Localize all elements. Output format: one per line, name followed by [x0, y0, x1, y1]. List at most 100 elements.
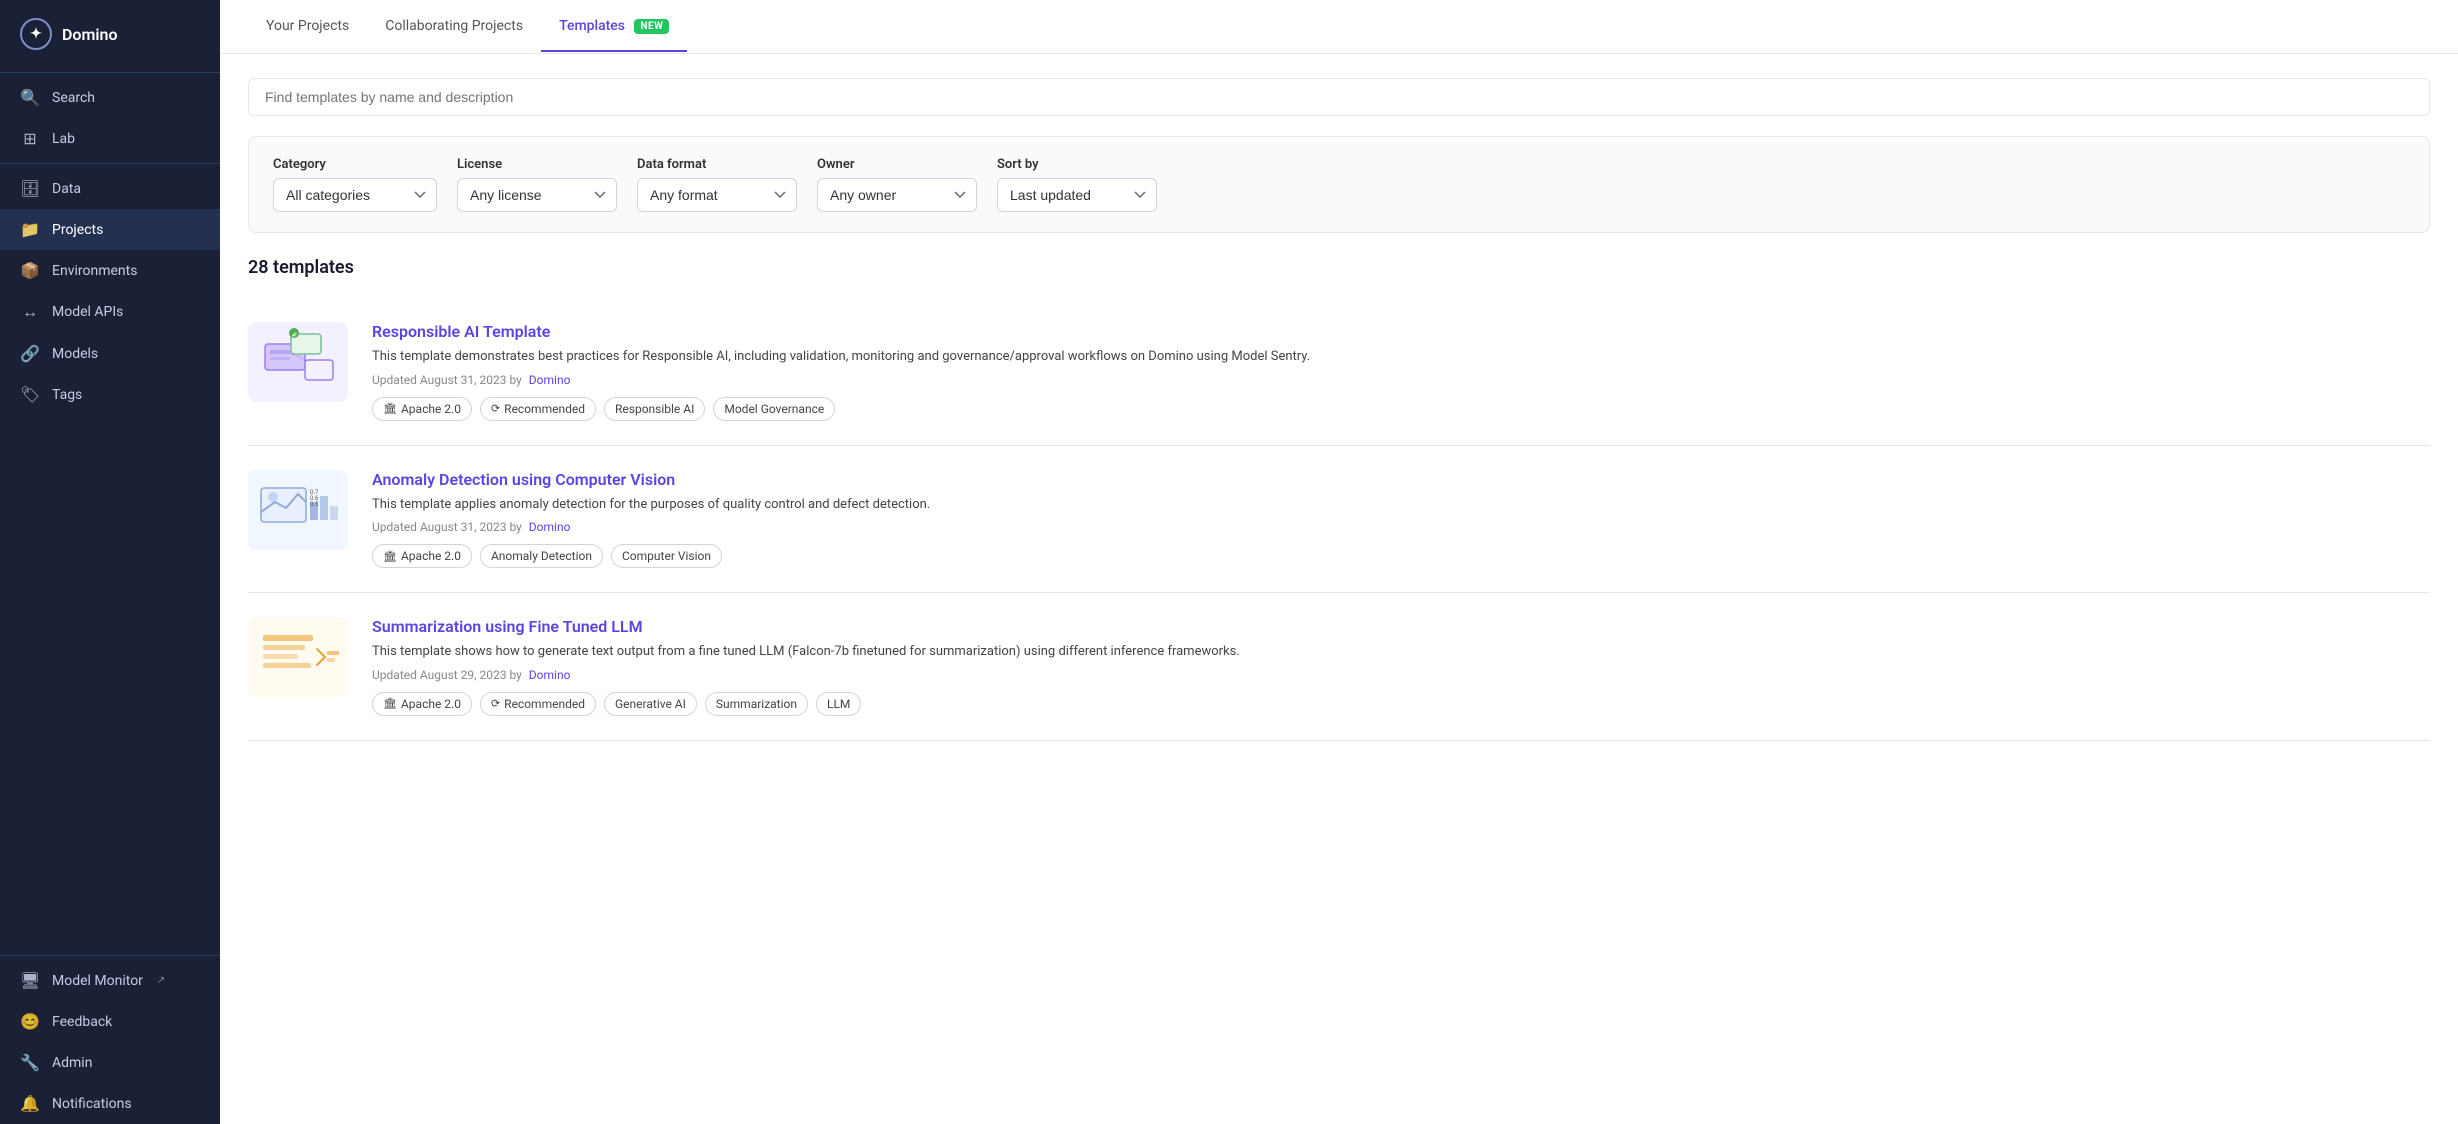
sidebar-item-models[interactable]: 🔗 Models [0, 333, 220, 374]
template-title-summarization[interactable]: Summarization using Fine Tuned LLM [372, 617, 2430, 636]
data-format-select[interactable]: Any format CSV JSON [637, 178, 797, 212]
sidebar-item-tags[interactable]: 🏷 Tags [0, 374, 220, 415]
template-thumb-responsible-ai: ✓ ✓ [248, 322, 348, 402]
data-format-filter-group: Data format Any format CSV JSON [637, 157, 797, 212]
data-icon: 🗄 [20, 179, 40, 198]
tab-collaborating-projects[interactable]: Collaborating Projects [367, 2, 541, 52]
tag-apache-anomaly: 🏛Apache 2.0 [372, 544, 472, 568]
svg-text:0.5: 0.5 [310, 501, 319, 508]
sidebar-label-models: Models [52, 346, 98, 362]
sidebar-label-tags: Tags [52, 387, 82, 403]
template-author-link-anomaly[interactable]: Domino [529, 520, 571, 534]
tag-model-governance: Model Governance [713, 397, 835, 421]
lab-icon: ⊞ [20, 129, 40, 148]
category-select[interactable]: All categories Anomaly Detection Compute… [273, 178, 437, 212]
template-tags-anomaly: 🏛Apache 2.0 Anomaly Detection Computer V… [372, 544, 2430, 568]
admin-icon: 🔧 [20, 1053, 40, 1072]
environments-icon: 📦 [20, 261, 40, 280]
sidebar-item-feedback[interactable]: 😊 Feedback [0, 1001, 220, 1042]
template-thumb-anomaly: 0.7 0.6 0.5 [248, 470, 348, 550]
sidebar-label-model-monitor: Model Monitor [52, 973, 143, 989]
template-card-responsible-ai: ✓ ✓ Responsible AI Template This templat… [248, 298, 2430, 446]
sidebar-label-model-apis: Model APIs [52, 304, 123, 320]
new-badge: NEW [634, 19, 669, 34]
tags-icon: 🏷 [20, 385, 40, 404]
template-tags-summarization: 🏛Apache 2.0 ⟳Recommended Generative AI S… [372, 692, 2430, 716]
model-apis-icon: ↔ [20, 302, 40, 322]
sidebar-bottom: 🖥 Model Monitor ↗ 😊 Feedback 🔧 Admin 🔔 N… [0, 955, 220, 1124]
template-card-summarization: Summarization using Fine Tuned LLM This … [248, 593, 2430, 741]
notifications-icon: 🔔 [20, 1094, 40, 1113]
sort-by-label: Sort by [997, 157, 1157, 172]
template-info-summarization: Summarization using Fine Tuned LLM This … [372, 617, 2430, 716]
data-format-label: Data format [637, 157, 797, 172]
tag-apache-rai: 🏛Apache 2.0 [372, 397, 472, 421]
license-label: License [457, 157, 617, 172]
sidebar-label-feedback: Feedback [52, 1014, 112, 1030]
tag-generative-ai: Generative AI [604, 692, 697, 716]
apache-icon-anomaly: 🏛 [383, 550, 397, 563]
recommended-icon-summ: ⟳ [491, 697, 500, 710]
app-logo[interactable]: ✦ Domino [0, 0, 220, 68]
template-author-link-responsible-ai[interactable]: Domino [529, 373, 571, 387]
template-tags-responsible-ai: 🏛Apache 2.0 ⟳Recommended Responsible AI … [372, 397, 2430, 421]
app-title: Domino [62, 25, 118, 44]
sidebar-item-admin[interactable]: 🔧 Admin [0, 1042, 220, 1083]
sidebar-label-data: Data [52, 181, 81, 197]
owner-filter-group: Owner Any owner Domino Me [817, 157, 977, 212]
template-title-responsible-ai[interactable]: Responsible AI Template [372, 322, 2430, 341]
content-area: Category All categories Anomaly Detectio… [220, 54, 2458, 1124]
template-updated-anomaly: Updated August 31, 2023 by Domino [372, 520, 2430, 534]
tag-apache-summ: 🏛Apache 2.0 [372, 692, 472, 716]
tab-your-projects[interactable]: Your Projects [248, 2, 367, 52]
template-search-input[interactable] [248, 78, 2430, 116]
sidebar-item-lab[interactable]: ⊞ Lab [0, 118, 220, 159]
sidebar-item-model-monitor[interactable]: 🖥 Model Monitor ↗ [0, 960, 220, 1001]
tag-recommended-rai: ⟳Recommended [480, 397, 596, 421]
category-label: Category [273, 157, 437, 172]
top-nav: Your Projects Collaborating Projects Tem… [220, 0, 2458, 54]
logo-icon: ✦ [20, 18, 52, 50]
template-author-link-summarization[interactable]: Domino [529, 668, 571, 682]
template-updated-responsible-ai: Updated August 31, 2023 by Domino [372, 373, 2430, 387]
sidebar-label-lab: Lab [52, 131, 75, 147]
sort-by-select[interactable]: Last updated Name Most popular [997, 178, 1157, 212]
tag-responsible-ai: Responsible AI [604, 397, 705, 421]
sidebar-item-projects[interactable]: 📁 Projects [0, 209, 220, 250]
owner-label: Owner [817, 157, 977, 172]
sidebar-label-environments: Environments [52, 263, 137, 279]
sidebar-item-environments[interactable]: 📦 Environments [0, 250, 220, 291]
sidebar-item-notifications[interactable]: 🔔 Notifications [0, 1083, 220, 1124]
template-title-anomaly[interactable]: Anomaly Detection using Computer Vision [372, 470, 2430, 489]
templates-count: 28 templates [248, 257, 2430, 278]
apache-icon: 🏛 [383, 402, 397, 415]
tag-anomaly-detection: Anomaly Detection [480, 544, 603, 568]
sidebar-label-notifications: Notifications [52, 1096, 132, 1112]
sidebar-divider-top [0, 72, 220, 73]
tag-recommended-summ: ⟳Recommended [480, 692, 596, 716]
tab-templates[interactable]: Templates NEW [541, 2, 687, 52]
svg-text:✓: ✓ [293, 332, 298, 339]
sidebar-divider-1 [0, 163, 220, 164]
tag-summarization: Summarization [705, 692, 808, 716]
sidebar-label-admin: Admin [52, 1055, 92, 1071]
sidebar-label-search: Search [52, 90, 95, 106]
projects-icon: 📁 [20, 220, 40, 239]
sort-by-filter-group: Sort by Last updated Name Most popular [997, 157, 1157, 212]
feedback-icon: 😊 [20, 1012, 40, 1031]
template-updated-summarization: Updated August 29, 2023 by Domino [372, 668, 2430, 682]
tag-computer-vision: Computer Vision [611, 544, 722, 568]
sidebar-item-data[interactable]: 🗄 Data [0, 168, 220, 209]
owner-select[interactable]: Any owner Domino Me [817, 178, 977, 212]
sidebar-label-projects: Projects [52, 222, 103, 238]
filters-bar: Category All categories Anomaly Detectio… [248, 136, 2430, 233]
template-thumb-summarization [248, 617, 348, 697]
search-icon: 🔍 [20, 88, 40, 107]
category-filter-group: Category All categories Anomaly Detectio… [273, 157, 437, 212]
tag-llm: LLM [816, 692, 861, 716]
sidebar-item-search[interactable]: 🔍 Search [0, 77, 220, 118]
template-desc-anomaly: This template applies anomaly detection … [372, 495, 2430, 515]
sidebar-item-model-apis[interactable]: ↔ Model APIs [0, 291, 220, 333]
main-content: Your Projects Collaborating Projects Tem… [220, 0, 2458, 1124]
license-select[interactable]: Any license Apache 2.0 MIT [457, 178, 617, 212]
